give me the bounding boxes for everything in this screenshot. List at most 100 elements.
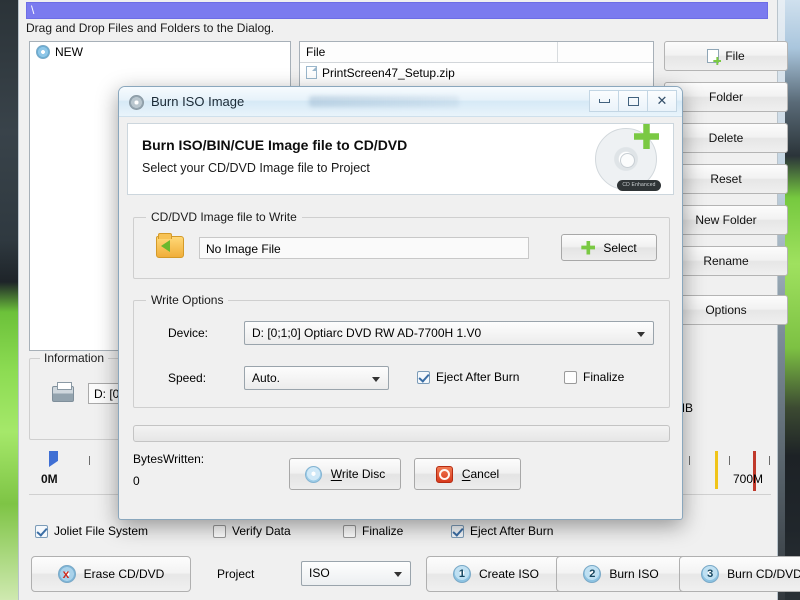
titlebar-ghost-text xyxy=(309,96,459,107)
speed-select[interactable]: Auto. xyxy=(244,366,389,390)
write-disc-label: Write Disc xyxy=(331,467,385,481)
image-file-group: CD/DVD Image file to Write No Image File… xyxy=(133,210,670,279)
add-folder-label: Folder xyxy=(708,90,743,104)
checkbox-label: Finalize xyxy=(583,370,625,384)
burn-cddvd-label: Burn CD/DVD xyxy=(727,567,800,581)
project-label: Project xyxy=(217,567,255,581)
checkbox-label: Joliet File System xyxy=(54,524,149,538)
dialog-titlebar[interactable]: Burn ISO Image ✕ xyxy=(119,87,682,117)
step-3-icon: 3 xyxy=(701,565,720,583)
dialog-title: Burn ISO Image xyxy=(151,94,245,109)
dialog-checkbox-eject-after-burn[interactable]: Eject After Burn xyxy=(417,370,519,384)
checkbox-icon[interactable] xyxy=(343,524,356,538)
checkbox-label: Finalize xyxy=(362,524,404,538)
speed-label: Speed: xyxy=(168,371,207,385)
dialog-heading: Burn ISO/BIN/CUE Image file to CD/DVD xyxy=(142,137,408,153)
window-controls: ✕ xyxy=(589,90,677,112)
checkbox-icon[interactable] xyxy=(451,524,464,538)
ruler-warning-marker xyxy=(715,451,718,489)
chevron-down-icon xyxy=(637,332,645,337)
reset-label: Reset xyxy=(710,172,742,186)
table-row[interactable]: PrintScreen47_Setup.zip xyxy=(300,63,653,82)
file-name: PrintScreen47_Setup.zip xyxy=(322,65,455,80)
checkbox-icon[interactable] xyxy=(417,370,430,384)
device-select[interactable]: D: [0;1;0] Optiarc DVD RW AD-7700H 1.V0 xyxy=(244,321,654,345)
cancel-label: Cancel xyxy=(462,467,499,481)
minimize-icon xyxy=(598,99,610,103)
drive-icon xyxy=(52,382,74,402)
checkbox-icon[interactable] xyxy=(35,524,48,538)
delete-label: Delete xyxy=(708,131,744,145)
write-disc-label-rest: rite Disc xyxy=(341,467,386,481)
screen: \ Drag and Drop Files and Folders to the… xyxy=(0,0,800,600)
erase-cd-dvd-button[interactable]: Erase CD/DVD xyxy=(31,556,191,592)
disc-icon xyxy=(36,45,50,59)
create-iso-label: Create ISO xyxy=(478,567,540,581)
file-add-icon xyxy=(707,49,720,63)
cancel-button[interactable]: Cancel xyxy=(414,458,521,490)
column-header-secondary[interactable] xyxy=(558,42,653,62)
add-file-label: File xyxy=(725,49,745,63)
disc-icon xyxy=(129,95,144,110)
information-group-title: Information xyxy=(40,351,109,365)
device-label: Device: xyxy=(168,326,209,340)
project-type-value: ISO xyxy=(309,566,330,580)
write-options-group-title: Write Options xyxy=(146,293,229,307)
checkbox-verify-data[interactable]: Verify Data xyxy=(213,524,291,538)
speed-value: Auto. xyxy=(252,371,281,385)
maximize-button[interactable] xyxy=(618,90,648,112)
action-bar: Erase CD/DVD Project ISO 1 Create ISO 2 … xyxy=(31,556,800,594)
column-header-file[interactable]: File xyxy=(300,42,558,62)
image-file-field[interactable]: No Image File xyxy=(199,237,529,259)
cancel-label-rest: ancel xyxy=(470,467,500,481)
burn-progress-bar xyxy=(133,425,670,442)
bytes-written-value: 0 xyxy=(133,474,140,488)
checkbox-joliet-file-system[interactable]: Joliet File System xyxy=(35,524,148,538)
select-image-button[interactable]: Select xyxy=(561,234,657,261)
image-file-group-title: CD/DVD Image file to Write xyxy=(146,210,302,224)
stop-icon xyxy=(435,465,453,483)
ruler-label-end: 700M xyxy=(733,472,764,486)
project-type-select[interactable]: ISO xyxy=(301,561,411,586)
chevron-down-icon xyxy=(372,377,380,382)
tree-item-new[interactable]: NEW xyxy=(30,42,290,59)
disc-badge-label: CD Enhanced xyxy=(617,180,661,191)
dialog-checkbox-finalize[interactable]: Finalize xyxy=(564,370,624,384)
burn-cd-dvd-button[interactable]: 3 Burn CD/DVD xyxy=(679,556,800,592)
add-file-button[interactable]: File xyxy=(664,41,788,71)
plus-icon xyxy=(581,240,596,255)
create-iso-button[interactable]: 1 Create ISO xyxy=(426,556,566,592)
checkbox-icon[interactable] xyxy=(213,524,226,538)
new-folder-label: New Folder xyxy=(695,213,757,227)
checkbox-label: Verify Data xyxy=(232,524,291,538)
path-input[interactable]: \ xyxy=(26,2,768,19)
burn-options-row: Joliet File System Verify Data Finalize … xyxy=(35,524,755,544)
checkbox-finalize[interactable]: Finalize xyxy=(343,524,403,538)
checkbox-eject-after-burn[interactable]: Eject After Burn xyxy=(451,524,553,538)
ruler-label-start: 0M xyxy=(41,472,58,486)
erase-label: Erase CD/DVD xyxy=(83,567,165,581)
rename-label: Rename xyxy=(703,254,749,268)
burn-iso-button[interactable]: 2 Burn ISO xyxy=(556,556,686,592)
write-options-group: Write Options Device: D: [0;1;0] Optiarc… xyxy=(133,293,670,408)
write-disc-button[interactable]: Write Disc xyxy=(289,458,401,490)
file-list-header: File xyxy=(300,42,653,63)
minimize-button[interactable] xyxy=(589,90,619,112)
close-icon: ✕ xyxy=(656,93,668,108)
dialog-header-banner: Burn ISO/BIN/CUE Image file to CD/DVD Se… xyxy=(127,123,674,195)
desktop-wallpaper-left xyxy=(0,0,18,600)
checkbox-label: Eject After Burn xyxy=(470,524,554,538)
options-label: Options xyxy=(705,303,747,317)
open-folder-icon[interactable] xyxy=(156,233,184,258)
file-icon xyxy=(306,66,317,79)
close-button[interactable]: ✕ xyxy=(647,90,677,112)
checkbox-label: Eject After Burn xyxy=(436,370,520,384)
dialog-subheading: Select your CD/DVD Image file to Project xyxy=(142,161,370,175)
checkbox-icon[interactable] xyxy=(564,370,577,384)
chevron-down-icon xyxy=(394,572,402,577)
select-label: Select xyxy=(603,240,637,255)
step-1-icon: 1 xyxy=(452,565,471,583)
erase-disc-icon xyxy=(57,565,76,583)
disc-write-icon xyxy=(304,465,322,483)
bytes-written-label: BytesWritten: xyxy=(133,452,205,466)
